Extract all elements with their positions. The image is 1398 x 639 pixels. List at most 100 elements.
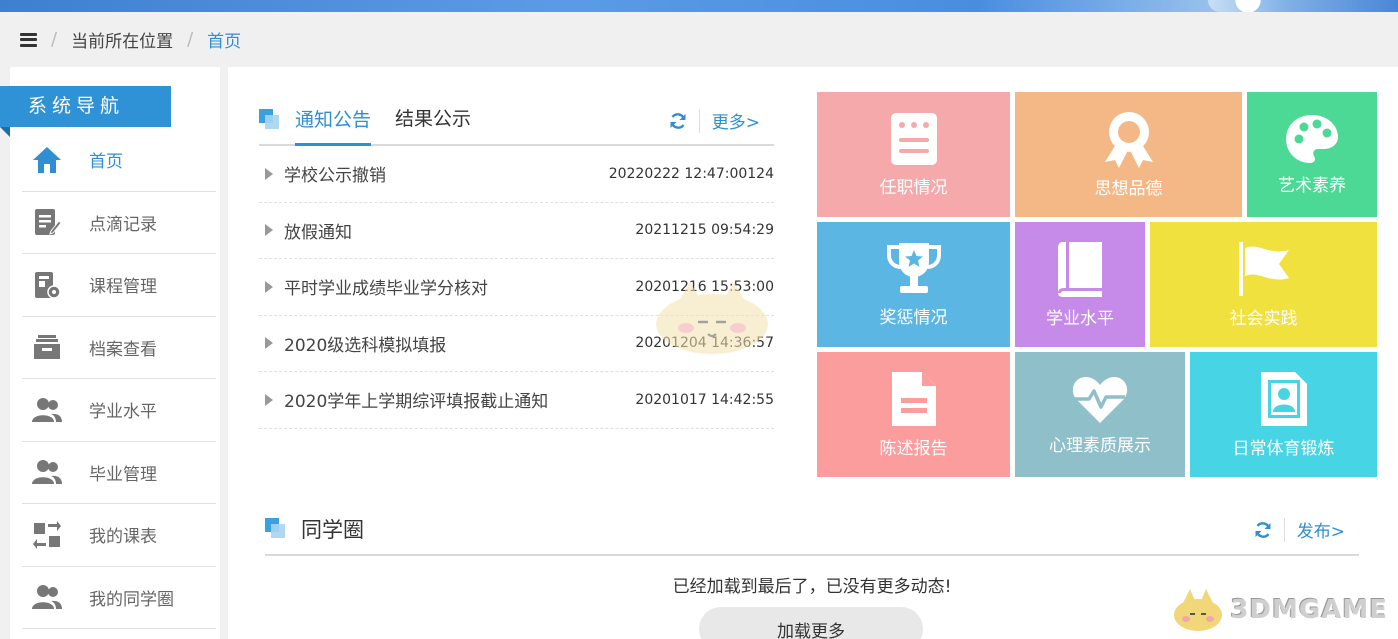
sidebar-nav: 首页 点滴记录 课程管理 档案查看 学业水平 毕业管理 我的课表 我的同学圈 xyxy=(22,129,216,629)
notice-title[interactable]: 2020级选科模拟填报 xyxy=(284,331,635,356)
tile-label: 心理素质展示 xyxy=(1049,436,1151,456)
caret-right-icon xyxy=(265,337,273,350)
palette-icon xyxy=(1284,113,1340,165)
flag-icon xyxy=(1235,240,1293,298)
notice-tabs: 通知公告 结果公示 更多> xyxy=(259,95,774,146)
list-item[interactable]: 学校公示撤销 20220222 12:47:00124 xyxy=(259,146,774,203)
refresh-icon[interactable] xyxy=(1248,521,1278,539)
tile-sports[interactable]: 日常体育锻炼 xyxy=(1190,352,1377,477)
tile-psychology[interactable]: 心理素质展示 xyxy=(1015,352,1185,477)
tile-academic-level[interactable]: 学业水平 xyxy=(1015,222,1145,347)
sidebar-item-label: 我的同学圈 xyxy=(89,589,174,610)
load-more-button[interactable]: 加载更多 xyxy=(699,607,923,639)
sidebar-item-classmates[interactable]: 我的同学圈 xyxy=(22,567,216,629)
notice-date: 20220222 12:47:00124 xyxy=(608,165,774,182)
document-list-icon xyxy=(889,111,939,167)
sidebar-item-label: 学业水平 xyxy=(89,402,157,423)
sidebar-item-label: 档案查看 xyxy=(89,339,157,360)
top-banner xyxy=(0,0,1398,12)
section-title: 同学圈 xyxy=(301,517,364,542)
tile-position[interactable]: 任职情况 xyxy=(817,92,1010,217)
tile-awards[interactable]: 奖惩情况 xyxy=(817,222,1010,347)
sidebar-item-label: 点滴记录 xyxy=(89,214,157,235)
sidebar-item-timetable[interactable]: 我的课表 xyxy=(22,504,216,567)
sidebar-item-label: 课程管理 xyxy=(89,277,157,298)
sidebar-item-archive[interactable]: 档案查看 xyxy=(22,317,216,379)
sidebar-title-fold xyxy=(0,127,10,137)
main-content: 通知公告 结果公示 更多> 学校公示撤销 20220222 12:47:0012… xyxy=(228,67,1398,639)
sidebar-item-label: 首页 xyxy=(89,152,123,173)
caret-right-icon xyxy=(265,393,273,406)
tile-label: 学业水平 xyxy=(1046,309,1114,329)
breadcrumb-current[interactable]: 首页 xyxy=(207,27,241,52)
notice-date: 20211215 09:54:29 xyxy=(635,222,774,239)
users-icon xyxy=(30,393,64,427)
tile-morality[interactable]: 思想品德 xyxy=(1015,92,1242,217)
publish-link[interactable]: 发布> xyxy=(1297,517,1345,542)
tile-report[interactable]: 陈述报告 xyxy=(817,352,1010,477)
notice-list: 学校公示撤销 20220222 12:47:00124 放假通知 2021121… xyxy=(259,146,774,429)
list-item[interactable]: 放假通知 20211215 09:54:29 xyxy=(259,203,774,259)
tile-label: 艺术素养 xyxy=(1278,176,1346,196)
course-settings-icon xyxy=(30,268,64,302)
report-file-icon xyxy=(890,370,938,428)
breadcrumb: / 当前所在位置 / 首页 xyxy=(0,12,1398,67)
empty-message: 已经加载到最后了，已没有更多动态! xyxy=(672,577,952,597)
notice-date: 20201216 15:53:00 xyxy=(635,278,774,295)
tile-label: 任职情况 xyxy=(879,178,948,198)
tile-art[interactable]: 艺术素养 xyxy=(1247,92,1377,217)
tile-label: 社会实践 xyxy=(1229,309,1298,329)
notice-title[interactable]: 平时学业成绩毕业学分核对 xyxy=(284,274,635,299)
notice-panel: 通知公告 结果公示 更多> 学校公示撤销 20220222 12:47:0012… xyxy=(259,95,774,429)
breadcrumb-location-label: 当前所在位置 xyxy=(71,32,174,52)
home-icon xyxy=(30,143,64,177)
banner-decoration xyxy=(1208,0,1288,12)
divider xyxy=(698,108,700,133)
swap-icon xyxy=(30,518,64,552)
tile-label: 日常体育锻炼 xyxy=(1232,439,1335,459)
module-tiles: 任职情况 思想品德 艺术素养 奖惩情况 学业水平 社会实践 陈述报告 心理素质展… xyxy=(817,92,1377,477)
notice-date: 20201204 14:36:57 xyxy=(635,335,774,352)
book-icon xyxy=(1052,240,1108,298)
list-item[interactable]: 2020学年上学期综评填报截止通知 20201017 14:42:55 xyxy=(259,372,774,429)
sidebar-item-label: 毕业管理 xyxy=(89,464,157,485)
breadcrumb-separator: / xyxy=(51,29,58,50)
sidebar-item-academic[interactable]: 学业水平 xyxy=(22,379,216,442)
notice-date: 20201017 14:42:55 xyxy=(635,391,774,408)
caret-right-icon xyxy=(265,167,273,180)
section-square-icon xyxy=(259,108,281,131)
sidebar-title: 系统导航 xyxy=(0,86,171,127)
section-square-icon xyxy=(265,517,287,540)
sidebar-item-home[interactable]: 首页 xyxy=(22,129,216,192)
classmate-circle-header: 同学圈 发布> xyxy=(265,503,1359,556)
archive-box-icon xyxy=(30,330,64,364)
tile-label: 思想品德 xyxy=(1094,179,1163,199)
tile-label: 陈述报告 xyxy=(879,439,948,459)
tile-social-practice[interactable]: 社会实践 xyxy=(1150,222,1377,347)
sidebar-item-graduation[interactable]: 毕业管理 xyxy=(22,442,216,504)
breadcrumb-separator: / xyxy=(187,29,194,50)
sidebar-item-records[interactable]: 点滴记录 xyxy=(22,192,216,254)
sidebar-item-label: 我的课表 xyxy=(89,527,157,548)
notice-title[interactable]: 学校公示撤销 xyxy=(284,161,609,186)
sidebar: 系统导航 首页 点滴记录 课程管理 档案查看 学业水平 毕业管理 我的课表 我的… xyxy=(0,67,220,639)
tile-label: 奖惩情况 xyxy=(879,308,948,328)
edit-icon xyxy=(30,205,64,239)
notice-title[interactable]: 放假通知 xyxy=(284,218,635,243)
list-item[interactable]: 平时学业成绩毕业学分核对 20201216 15:53:00 xyxy=(259,259,774,316)
trophy-icon xyxy=(885,241,943,297)
tab-notices[interactable]: 通知公告 xyxy=(295,95,372,146)
list-item[interactable]: 2020级选科模拟填报 20201204 14:36:57 xyxy=(259,316,774,372)
notice-title[interactable]: 2020学年上学期综评填报截止通知 xyxy=(284,387,635,412)
id-card-icon xyxy=(1259,370,1309,428)
more-link[interactable]: 更多> xyxy=(712,108,760,133)
refresh-icon[interactable] xyxy=(663,112,693,130)
users-icon xyxy=(30,580,64,614)
medal-icon xyxy=(1101,110,1157,168)
sidebar-item-courses[interactable]: 课程管理 xyxy=(22,254,216,317)
users-icon xyxy=(30,455,64,489)
tab-results[interactable]: 结果公示 xyxy=(395,94,471,145)
divider xyxy=(1283,517,1285,542)
classmate-circle-panel: 同学圈 发布> 已经加载到最后了，已没有更多动态! 加载更多 xyxy=(265,503,1359,639)
hamburger-menu-icon[interactable] xyxy=(20,32,37,47)
